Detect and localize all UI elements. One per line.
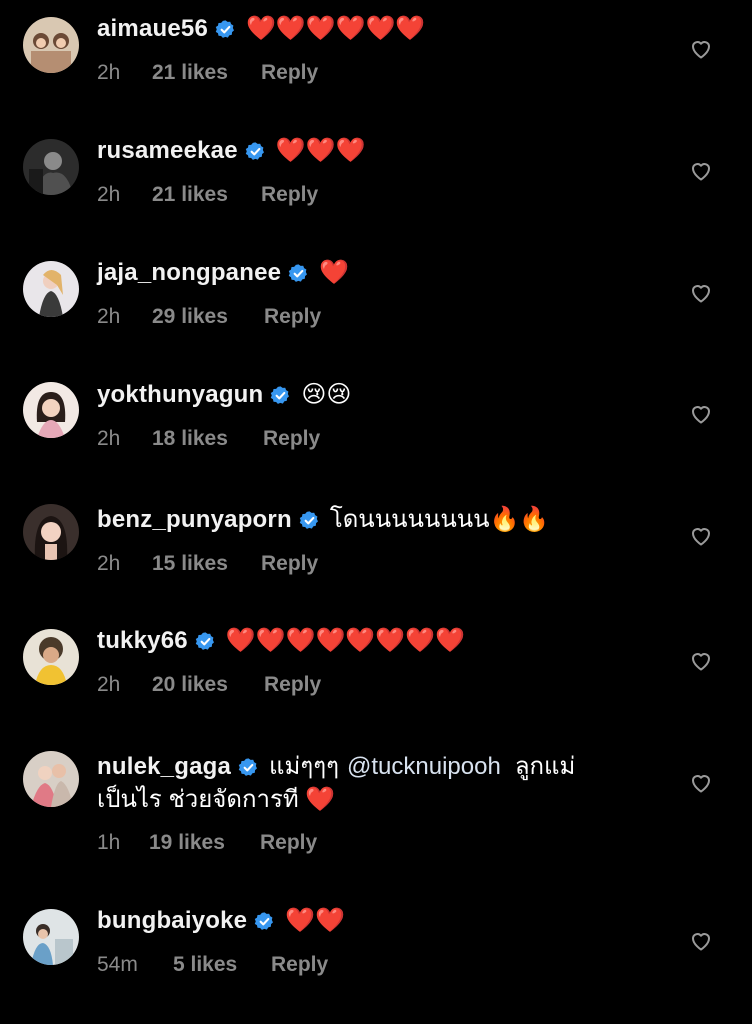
likes-count[interactable]: 29 likes: [152, 304, 228, 330]
comment-text-line2: เป็นไร ช่วยจัดการที ❤️: [97, 786, 336, 813]
avatar[interactable]: [23, 139, 79, 195]
likes-count[interactable]: 21 likes: [152, 182, 228, 208]
username[interactable]: rusameekae: [97, 136, 238, 166]
username[interactable]: bungbaiyoke: [97, 906, 247, 936]
comment-time: 2h: [97, 305, 121, 328]
verified-badge-icon: [299, 510, 320, 531]
comment-text: ❤️❤️❤️: [275, 137, 366, 164]
comment-time: 2h: [97, 673, 121, 696]
username[interactable]: jaja_nongpanee: [97, 258, 281, 288]
likes-count[interactable]: 19 likes: [149, 830, 225, 856]
comment-text: แม่ๆๆๆ: [269, 753, 340, 780]
comment-time: 1h: [97, 831, 121, 854]
reply-button[interactable]: Reply: [261, 551, 318, 577]
avatar[interactable]: [23, 17, 79, 73]
reply-button[interactable]: Reply: [264, 672, 321, 698]
heart-outline-icon[interactable]: [689, 649, 713, 673]
verified-badge-icon: [195, 631, 216, 652]
likes-count[interactable]: 15 likes: [152, 551, 228, 577]
avatar[interactable]: [23, 261, 79, 317]
heart-outline-icon[interactable]: [689, 929, 713, 953]
likes-count[interactable]: 20 likes: [152, 672, 228, 698]
username[interactable]: tukky66: [97, 626, 188, 656]
comment-text: โดนนนนนนนน🔥🔥: [329, 506, 550, 533]
verified-badge-icon: [238, 757, 259, 778]
avatar[interactable]: [23, 504, 79, 560]
reply-button[interactable]: Reply: [261, 60, 318, 86]
comment-text: ❤️❤️❤️❤️❤️❤️❤️❤️: [225, 627, 465, 654]
heart-outline-icon[interactable]: [689, 402, 713, 426]
reply-button[interactable]: Reply: [260, 830, 317, 856]
comment-time: 2h: [97, 183, 121, 206]
comment-time: 54m: [97, 953, 138, 976]
heart-outline-icon[interactable]: [689, 37, 713, 61]
likes-count[interactable]: 5 likes: [173, 952, 237, 978]
verified-badge-icon: [254, 911, 275, 932]
comment-time: 2h: [97, 427, 121, 450]
comment-time: 2h: [97, 552, 121, 575]
mention-link[interactable]: @tucknuipooh: [347, 752, 501, 782]
avatar[interactable]: [23, 751, 79, 807]
comment-text: ❤️❤️: [285, 907, 345, 934]
username[interactable]: nulek_gaga: [97, 752, 231, 782]
verified-badge-icon: [288, 263, 309, 284]
reply-button[interactable]: Reply: [263, 426, 320, 452]
avatar[interactable]: [23, 382, 79, 438]
verified-badge-icon: [215, 19, 236, 40]
reply-button[interactable]: Reply: [261, 182, 318, 208]
avatar[interactable]: [23, 629, 79, 685]
verified-badge-icon: [270, 385, 291, 406]
likes-count[interactable]: 21 likes: [152, 60, 228, 86]
likes-count[interactable]: 18 likes: [152, 426, 228, 452]
reply-button[interactable]: Reply: [264, 304, 321, 330]
heart-outline-icon[interactable]: [689, 281, 713, 305]
username[interactable]: benz_punyaporn: [97, 505, 292, 535]
heart-outline-icon[interactable]: [689, 524, 713, 548]
comment-text: ลูกแม่: [514, 753, 576, 780]
comment-text: ❤️: [319, 259, 350, 286]
verified-badge-icon: [245, 141, 266, 162]
reply-button[interactable]: Reply: [271, 952, 328, 978]
username[interactable]: yokthunyagun: [97, 380, 263, 410]
heart-outline-icon[interactable]: [689, 159, 713, 183]
comment-text: ❤️❤️❤️❤️❤️❤️: [246, 15, 426, 42]
username[interactable]: aimaue56: [97, 14, 208, 44]
avatar[interactable]: [23, 909, 79, 965]
heart-outline-icon[interactable]: [689, 771, 713, 795]
comment-text: 😢😢: [301, 381, 352, 408]
comment-time: 2h: [97, 61, 121, 84]
